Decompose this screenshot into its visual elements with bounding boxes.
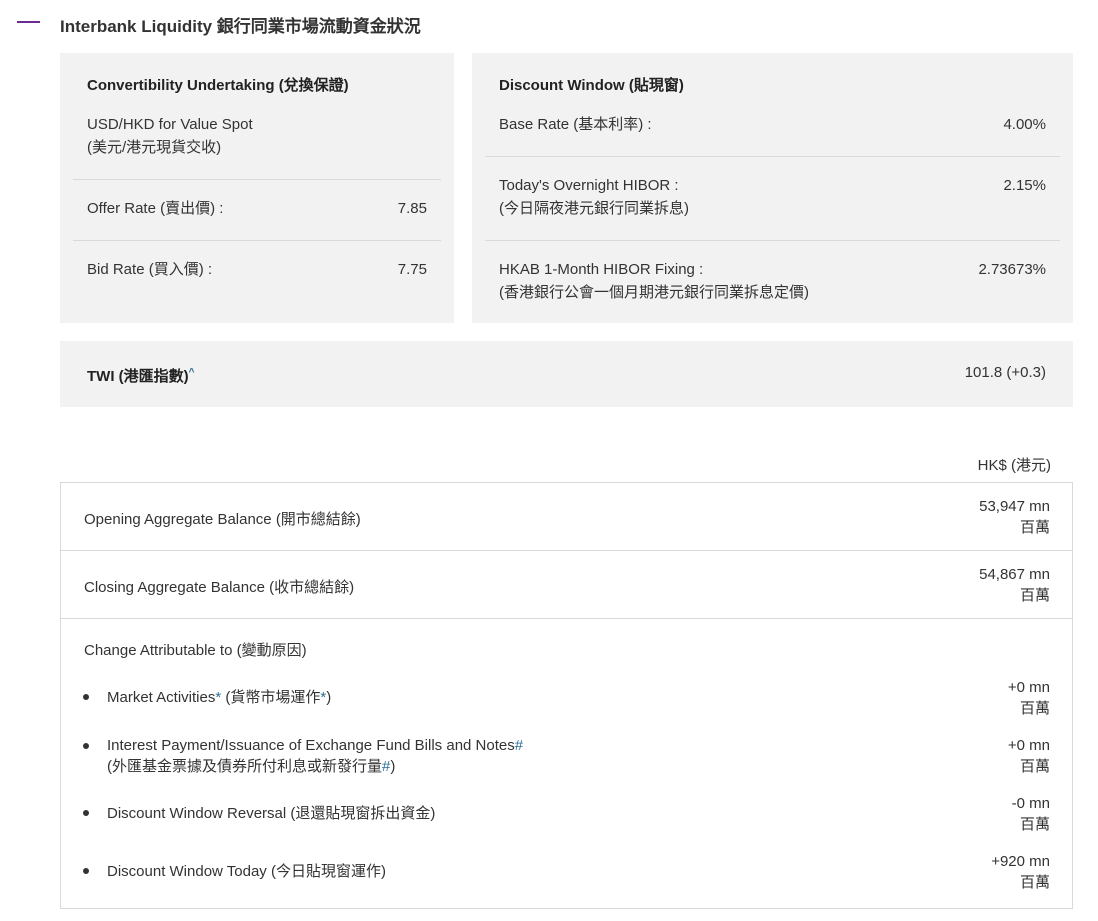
overnight-hibor-value: 2.15% [1003, 177, 1046, 194]
twi-panel: TWI (港匯指數)^ 101.8 (+0.3) [60, 341, 1073, 407]
bullet-icon [83, 868, 89, 874]
currency-label: HK$ (港元) [977, 457, 1051, 474]
offer-rate-label: Offer Rate (賣出價) : [87, 200, 224, 217]
base-rate-value: 4.00% [1003, 116, 1046, 133]
spot-label-zh: (美元/港元現貨交收) [87, 139, 222, 156]
closing-balance-row: Closing Aggregate Balance (收市總結餘) 54,867… [61, 551, 1072, 619]
discount-window-reversal-value: -0 mn 百萬 [1012, 793, 1050, 835]
amount: +0 mn [1007, 679, 1050, 696]
twi-label-text: TWI (港匯指數) [87, 368, 189, 385]
footnote-mark-link[interactable]: # [515, 737, 523, 754]
unit-label: 百萬 [1019, 874, 1050, 891]
label-text: (貨幣市場運作 [221, 689, 321, 706]
twi-value: 101.8 (+0.3) [964, 364, 1046, 381]
section-header: Interbank Liquidity 銀行同業市場流動資金狀況 [0, 0, 1098, 46]
divider [73, 240, 441, 241]
discount-window-today-label: Discount Window Today (今日貼現窗運作) [107, 863, 386, 880]
overnight-hibor-label-zh: (今日隔夜港元銀行同業拆息) [499, 200, 689, 217]
offer-rate-value: 7.85 [397, 200, 427, 217]
list-item: Discount Window Today (今日貼現窗運作) +920 mn … [61, 851, 1072, 897]
label-text: ) [326, 689, 332, 706]
closing-balance-amount: 54,867 mn [979, 566, 1050, 583]
label-text: (外匯基金票據及債券所付利息或新發行量 [107, 758, 382, 775]
opening-balance-value: 53,947 mn 百萬 [979, 496, 1050, 538]
discount-window-today-value: +920 mn 百萬 [991, 851, 1050, 893]
amount: +920 mn [991, 853, 1050, 870]
bid-rate-value: 7.75 [397, 261, 427, 278]
closing-balance-value: 54,867 mn 百萬 [979, 564, 1050, 606]
opening-balance-amount: 53,947 mn [979, 498, 1050, 515]
amount: -0 mn [1011, 795, 1050, 812]
offer-rate-row: Offer Rate (賣出價) : 7.85 [73, 198, 441, 220]
divider [485, 156, 1060, 157]
bid-rate-label: Bid Rate (買入價) : [87, 261, 213, 278]
label-text: Interest Payment/Issuance of Exchange Fu… [107, 737, 515, 754]
discount-window-panel: Discount Window (貼現窗) Base Rate (基本利率) :… [472, 53, 1073, 323]
unit-label: 百萬 [1019, 758, 1050, 775]
section-title: Interbank Liquidity 銀行同業市場流動資金狀況 [60, 17, 421, 36]
label-text: ) [390, 758, 396, 775]
spot-label-en: USD/HKD for Value Spot [87, 116, 253, 133]
hibor-fixing-row: HKAB 1-Month HIBOR Fixing : (香港銀行公會一個月期港… [485, 259, 1060, 303]
amount: +0 mn [1007, 737, 1050, 754]
unit-label: 百萬 [1019, 587, 1050, 604]
divider [485, 240, 1060, 241]
twi-caret-link[interactable]: ^ [189, 367, 195, 378]
opening-balance-row: Opening Aggregate Balance (開市總結餘) 53,947… [61, 483, 1072, 551]
convertibility-panel: Convertibility Undertaking (兌換保證) USD/HK… [60, 53, 454, 323]
interest-payment-label-zh: (外匯基金票據及債券所付利息或新發行量#) [107, 756, 395, 777]
base-rate-row: Base Rate (基本利率) : 4.00% [485, 114, 1060, 136]
header-accent-line [17, 21, 40, 23]
list-item: Market Activities* (貨幣市場運作*) +0 mn 百萬 [61, 677, 1072, 723]
overnight-hibor-row: Today's Overnight HIBOR : (今日隔夜港元銀行同業拆息)… [485, 175, 1060, 219]
market-activities-label: Market Activities* (貨幣市場運作*) [107, 687, 331, 708]
unit-label: 百萬 [1019, 816, 1050, 833]
list-item: Discount Window Reversal (退還貼現窗拆出資金) -0 … [61, 793, 1072, 839]
hibor-fixing-label-zh: (香港銀行公會一個月期港元銀行同業拆息定價) [499, 284, 809, 301]
opening-balance-label: Opening Aggregate Balance (開市總結餘) [84, 511, 361, 528]
aggregate-balance-table: Opening Aggregate Balance (開市總結餘) 53,947… [60, 482, 1073, 909]
discount-window-reversal-label: Discount Window Reversal (退還貼現窗拆出資金) [107, 805, 436, 822]
interest-payment-label-en: Interest Payment/Issuance of Exchange Fu… [107, 735, 523, 756]
divider [73, 179, 441, 180]
bid-rate-row: Bid Rate (買入價) : 7.75 [73, 259, 441, 281]
discount-window-title: Discount Window (貼現窗) [499, 77, 684, 94]
label-text: Market Activities [107, 689, 216, 706]
bullet-icon [83, 743, 89, 749]
unit-label: 百萬 [1019, 519, 1050, 536]
bullet-icon [83, 694, 89, 700]
interest-payment-value: +0 mn 百萬 [1008, 735, 1050, 777]
spot-row: USD/HKD for Value Spot (美元/港元現貨交收) [73, 114, 441, 158]
market-activities-value: +0 mn 百萬 [1008, 677, 1050, 719]
hibor-fixing-value: 2.73673% [978, 261, 1046, 278]
unit-label: 百萬 [1019, 700, 1050, 717]
change-attributable-title: Change Attributable to (變動原因) [84, 642, 307, 659]
list-item: Interest Payment/Issuance of Exchange Fu… [61, 735, 1072, 781]
base-rate-label: Base Rate (基本利率) : [499, 116, 652, 133]
bullet-icon [83, 810, 89, 816]
closing-balance-label: Closing Aggregate Balance (收市總結餘) [84, 579, 355, 596]
hibor-fixing-label-en: HKAB 1-Month HIBOR Fixing : [499, 261, 704, 278]
twi-label: TWI (港匯指數)^ [87, 365, 195, 386]
overnight-hibor-label-en: Today's Overnight HIBOR : [499, 177, 679, 194]
convertibility-title: Convertibility Undertaking (兌換保證) [87, 77, 349, 94]
